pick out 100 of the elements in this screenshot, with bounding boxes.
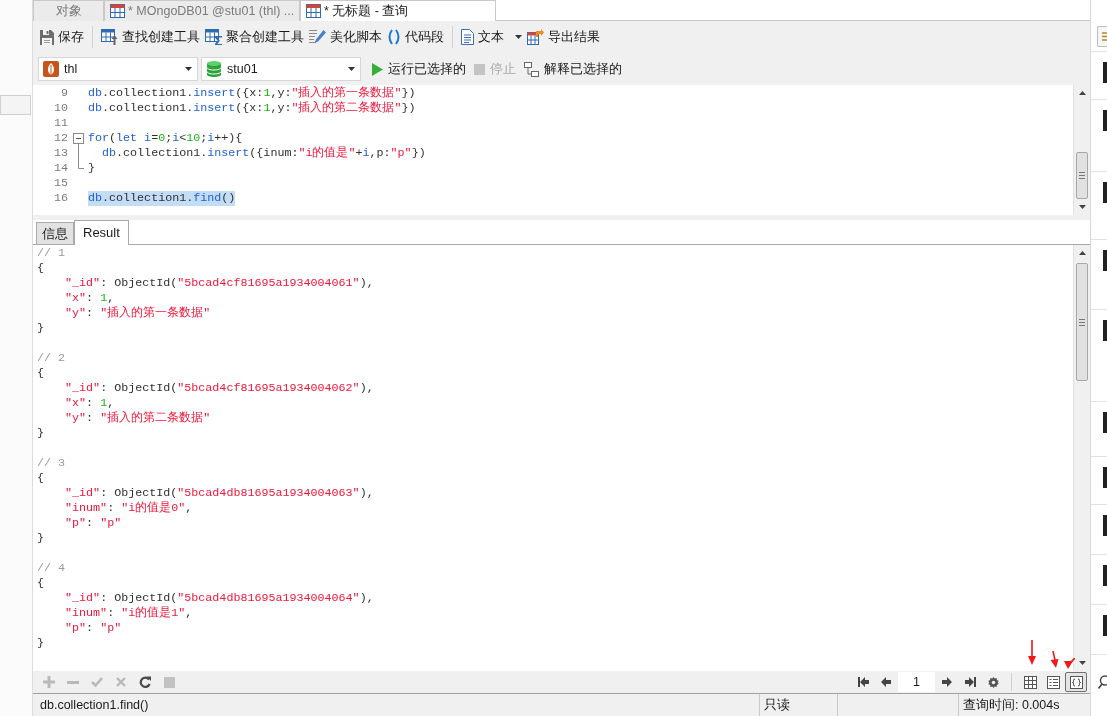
code-line: for(let i=0;i<10;i++){ bbox=[88, 131, 243, 146]
result-line: "_id": ObjectId("5bcad4db81695a1934004063"), bbox=[64, 486, 374, 500]
annotation-arrow-icon bbox=[1028, 640, 1036, 665]
table-icon bbox=[306, 4, 321, 18]
annotation-arrow-icon bbox=[1063, 658, 1075, 669]
code-line: db.collection1.insert({inum:"i的值是"+i,p:"p"}) bbox=[101, 146, 426, 161]
list-icon bbox=[1102, 32, 1107, 41]
panel-item-icon bbox=[1103, 110, 1107, 131]
plus-icon bbox=[43, 676, 55, 688]
result-line: // 2 bbox=[37, 351, 66, 365]
document-tab[interactable]: 对象 bbox=[33, 0, 104, 21]
text-menu-button[interactable]: 文本 bbox=[459, 25, 524, 49]
gear-icon bbox=[987, 676, 999, 688]
result-line: "y": "插入的第二条数据" bbox=[64, 411, 211, 425]
json-view-button[interactable] bbox=[1065, 672, 1087, 692]
fold-guide-icon bbox=[78, 146, 79, 161]
query-time: 查询时间: 0.004s bbox=[963, 696, 1060, 714]
grid-icon bbox=[1023, 675, 1037, 689]
line-number: 13 bbox=[53, 146, 68, 161]
find-builder-button[interactable]: 查找创建工具 bbox=[99, 25, 202, 49]
result-line: { bbox=[37, 576, 44, 590]
result-line: "p": "p" bbox=[64, 621, 122, 635]
result-line: { bbox=[37, 471, 44, 485]
result-line: // 3 bbox=[37, 456, 66, 470]
result-line: "_id": ObjectId("5bcad4cf81695a1934004062"), bbox=[64, 381, 374, 395]
leaf-icon bbox=[43, 61, 59, 77]
table-sigma-icon bbox=[205, 29, 222, 45]
status-mode: 只读 bbox=[764, 696, 790, 714]
connection-select[interactable]: thl bbox=[38, 57, 198, 81]
line-number: 12 bbox=[53, 131, 68, 146]
result-line: // 1 bbox=[37, 246, 66, 260]
arrow-right-bar-icon bbox=[964, 677, 976, 687]
result-line: { bbox=[37, 261, 44, 275]
result-line: "p": "p" bbox=[64, 516, 122, 530]
close-icon bbox=[116, 677, 126, 687]
explain-button[interactable]: 解释已选择的 bbox=[521, 57, 625, 81]
page-field[interactable]: 1 bbox=[898, 672, 935, 692]
result-line: "x": 1, bbox=[64, 291, 115, 305]
line-number: 11 bbox=[53, 116, 68, 131]
panel-item-icon bbox=[1103, 412, 1107, 433]
database-select[interactable]: stu01 bbox=[201, 57, 361, 81]
panel-item-icon bbox=[1103, 182, 1107, 203]
line-number: 15 bbox=[53, 176, 68, 191]
code-line: db.collection1.insert({x:1,y:"插入的第一条数据"}) bbox=[88, 86, 416, 101]
panel-item-icon bbox=[1103, 250, 1107, 271]
result-line: "_id": ObjectId("5bcad4cf81695a1934004061"), bbox=[64, 276, 374, 290]
minus-icon bbox=[67, 680, 79, 684]
line-number: 14 bbox=[53, 161, 68, 176]
export-button[interactable]: 导出结果 bbox=[525, 25, 602, 49]
pencil-lines-icon bbox=[309, 29, 326, 45]
document-icon bbox=[461, 29, 474, 45]
result-line: } bbox=[37, 321, 44, 335]
beautify-button[interactable]: 美化脚本 bbox=[307, 25, 384, 49]
run-button[interactable]: 运行已选择的 bbox=[369, 57, 469, 81]
caret-down-icon bbox=[1078, 661, 1086, 665]
aggregate-builder-button[interactable]: 聚合创建工具 bbox=[203, 25, 306, 49]
table-arrow-icon bbox=[101, 29, 118, 45]
scrollbar-thumb[interactable] bbox=[1076, 152, 1088, 199]
annotation-arrow-icon bbox=[1050, 651, 1059, 668]
result-line: { bbox=[37, 366, 44, 380]
caret-down-icon bbox=[185, 67, 192, 71]
panel-button[interactable] bbox=[1097, 26, 1107, 47]
stop-icon bbox=[474, 63, 485, 75]
result-line: "inum": "i的值是0", bbox=[64, 501, 193, 515]
stop-icon bbox=[163, 676, 175, 688]
panel-item-icon bbox=[1103, 62, 1107, 83]
database-icon bbox=[207, 61, 221, 77]
document-tab[interactable]: * MOngoDB01 @stu01 (thl) ... bbox=[104, 0, 300, 21]
braces-icon bbox=[1069, 675, 1083, 689]
document-tab[interactable]: * 无标题 - 查询 bbox=[300, 0, 496, 21]
save-button[interactable]: 保存 bbox=[38, 25, 86, 49]
arrow-left-bar-icon bbox=[857, 677, 869, 687]
result-line: } bbox=[37, 636, 44, 650]
save-icon bbox=[40, 29, 54, 45]
caret-down-icon bbox=[1078, 205, 1086, 209]
line-number: 16 bbox=[53, 191, 68, 206]
panel-item-icon bbox=[1103, 615, 1107, 636]
code-line: } bbox=[88, 161, 95, 176]
table-export-icon bbox=[527, 29, 544, 45]
scrollbar-thumb[interactable] bbox=[1076, 263, 1088, 381]
flowchart-icon bbox=[524, 61, 539, 77]
result-line: } bbox=[37, 426, 44, 440]
status-statement: db.collection1.find() bbox=[40, 696, 149, 714]
code-snippet-button[interactable]: 代码段 bbox=[385, 25, 446, 49]
result-tab[interactable]: Result bbox=[74, 220, 129, 245]
fold-end-icon bbox=[78, 161, 84, 169]
caret-up-icon bbox=[1078, 91, 1086, 95]
panel-item-icon bbox=[1103, 320, 1107, 341]
result-tab[interactable]: 信息 bbox=[36, 222, 74, 244]
line-number: 10 bbox=[53, 101, 68, 116]
table-icon bbox=[110, 4, 125, 18]
result-line: } bbox=[37, 531, 44, 545]
result-line: // 4 bbox=[37, 561, 66, 575]
result-line: "_id": ObjectId("5bcad4db81695a1934004064"), bbox=[64, 591, 374, 605]
panel-item-icon bbox=[1103, 515, 1107, 536]
result-line: "x": 1, bbox=[64, 396, 115, 410]
panel-item-icon bbox=[1103, 467, 1107, 488]
result-line: "y": "插入的第一条数据" bbox=[64, 306, 211, 320]
code-line: db.collection1.insert({x:1,y:"插入的第二条数据"}) bbox=[88, 101, 416, 116]
vertical-scrollbar[interactable] bbox=[1073, 245, 1090, 671]
